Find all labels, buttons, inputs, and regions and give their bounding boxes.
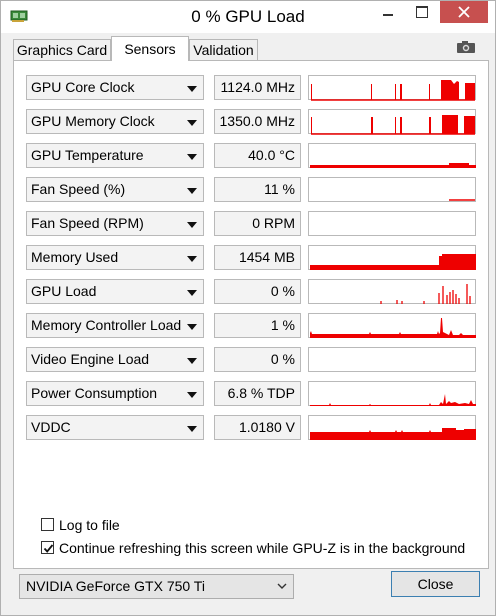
dropdown-arrow-icon bbox=[187, 86, 197, 92]
sensor-select[interactable]: GPU Core Clock bbox=[26, 75, 204, 100]
sensor-row: GPU Temperature 40.0 °C bbox=[24, 143, 476, 169]
close-icon bbox=[458, 6, 470, 18]
sensor-graph bbox=[308, 313, 476, 338]
sensor-select[interactable]: Memory Controller Load bbox=[26, 313, 204, 338]
dropdown-arrow-icon bbox=[187, 392, 197, 398]
sensor-graph bbox=[308, 347, 476, 372]
sensor-value: 1.0180 V bbox=[214, 415, 301, 440]
camera-icon[interactable] bbox=[456, 40, 476, 54]
sensor-graph bbox=[308, 75, 476, 101]
tab-graphics-card[interactable]: Graphics Card bbox=[13, 39, 111, 60]
sensor-name-label: Power Consumption bbox=[31, 385, 158, 401]
dropdown-arrow-icon bbox=[187, 188, 197, 194]
sensors-panel: GPU Core Clock 1124.0 MHz GPU Memory Clo… bbox=[13, 60, 489, 569]
dropdown-arrow-icon bbox=[187, 154, 197, 160]
continue-refresh-label: Continue refreshing this screen while GP… bbox=[59, 540, 466, 556]
sensor-row: Fan Speed (%) 11 % bbox=[24, 177, 476, 203]
sensor-select[interactable]: Memory Used bbox=[26, 245, 204, 270]
sensor-name-label: GPU Core Clock bbox=[31, 79, 135, 95]
sensor-value: 0 % bbox=[214, 347, 301, 372]
sensor-name-label: Memory Used bbox=[31, 249, 119, 265]
sensor-select[interactable]: Fan Speed (RPM) bbox=[26, 211, 204, 236]
sensor-select[interactable]: GPU Load bbox=[26, 279, 204, 304]
close-button[interactable]: Close bbox=[391, 571, 480, 597]
sensor-select[interactable]: Power Consumption bbox=[26, 381, 204, 406]
gpu-select-value: NVIDIA GeForce GTX 750 Ti bbox=[26, 578, 205, 594]
sensor-row: Power Consumption 6.8 % TDP bbox=[24, 381, 476, 407]
log-to-file-label: Log to file bbox=[59, 517, 120, 533]
sensor-graph bbox=[308, 211, 476, 236]
sensor-value: 1350.0 MHz bbox=[214, 109, 301, 134]
sensor-row: Video Engine Load 0 % bbox=[24, 347, 476, 373]
sensor-row: Memory Used 1454 MB bbox=[24, 245, 476, 271]
sensor-value: 1454 MB bbox=[214, 245, 301, 270]
sensor-graph bbox=[308, 245, 476, 270]
sensor-row: GPU Core Clock 1124.0 MHz bbox=[24, 75, 476, 101]
sensor-graph bbox=[308, 177, 476, 202]
dropdown-arrow-icon bbox=[187, 426, 197, 432]
sensor-select[interactable]: Video Engine Load bbox=[26, 347, 204, 372]
dropdown-arrow-icon bbox=[187, 256, 197, 262]
gpu-z-window: 0 % GPU Load Graphics Card Sensors Valid… bbox=[0, 0, 496, 616]
log-to-file-checkbox[interactable] bbox=[41, 518, 54, 531]
tab-sensors[interactable]: Sensors bbox=[111, 36, 189, 61]
sensor-value: 1 % bbox=[214, 313, 301, 338]
title-bar: 0 % GPU Load bbox=[1, 1, 495, 33]
dropdown-arrow-icon bbox=[187, 358, 197, 364]
sensor-value: 1124.0 MHz bbox=[214, 75, 301, 100]
sensor-select[interactable]: VDDC bbox=[26, 415, 204, 440]
sensor-select[interactable]: GPU Memory Clock bbox=[26, 109, 204, 134]
sensor-row: Fan Speed (RPM) 0 RPM bbox=[24, 211, 476, 237]
sensor-graph bbox=[308, 279, 476, 304]
sensor-value: 0 % bbox=[214, 279, 301, 304]
chevron-down-icon bbox=[277, 583, 287, 589]
sensor-row: Memory Controller Load 1 % bbox=[24, 313, 476, 339]
maximize-button[interactable] bbox=[405, 1, 439, 23]
sensor-name-label: Fan Speed (RPM) bbox=[31, 215, 144, 231]
close-window-button[interactable] bbox=[440, 1, 488, 23]
sensor-name-label: Memory Controller Load bbox=[31, 317, 182, 333]
dropdown-arrow-icon bbox=[187, 222, 197, 228]
tab-validation[interactable]: Validation bbox=[189, 39, 258, 60]
sensor-row: GPU Load 0 % bbox=[24, 279, 476, 305]
sensor-graph bbox=[308, 415, 476, 440]
sensor-row: GPU Memory Clock 1350.0 MHz bbox=[24, 109, 476, 135]
sensor-name-label: GPU Memory Clock bbox=[31, 113, 155, 129]
sensor-graph bbox=[308, 143, 476, 168]
sensor-select[interactable]: Fan Speed (%) bbox=[26, 177, 204, 202]
sensor-value: 0 RPM bbox=[214, 211, 301, 236]
continue-refresh-checkbox[interactable] bbox=[41, 541, 54, 554]
dropdown-arrow-icon bbox=[187, 290, 197, 296]
checkmark-icon bbox=[43, 544, 54, 553]
sensor-value: 40.0 °C bbox=[214, 143, 301, 168]
sensor-select[interactable]: GPU Temperature bbox=[26, 143, 204, 168]
dropdown-arrow-icon bbox=[187, 324, 197, 330]
gpu-select-dropdown[interactable]: NVIDIA GeForce GTX 750 Ti bbox=[19, 574, 294, 599]
sensor-name-label: GPU Load bbox=[31, 283, 97, 299]
sensor-name-label: VDDC bbox=[31, 419, 71, 435]
sensor-graph bbox=[308, 381, 476, 406]
sensor-name-label: Video Engine Load bbox=[31, 351, 150, 367]
dropdown-arrow-icon bbox=[187, 120, 197, 126]
sensor-name-label: GPU Temperature bbox=[31, 147, 144, 163]
minimize-button[interactable] bbox=[371, 1, 405, 23]
sensor-graph bbox=[308, 109, 476, 135]
sensor-name-label: Fan Speed (%) bbox=[31, 181, 126, 197]
sensor-value: 11 % bbox=[214, 177, 301, 202]
sensor-value: 6.8 % TDP bbox=[214, 381, 301, 406]
sensor-row: VDDC 1.0180 V bbox=[24, 415, 476, 441]
